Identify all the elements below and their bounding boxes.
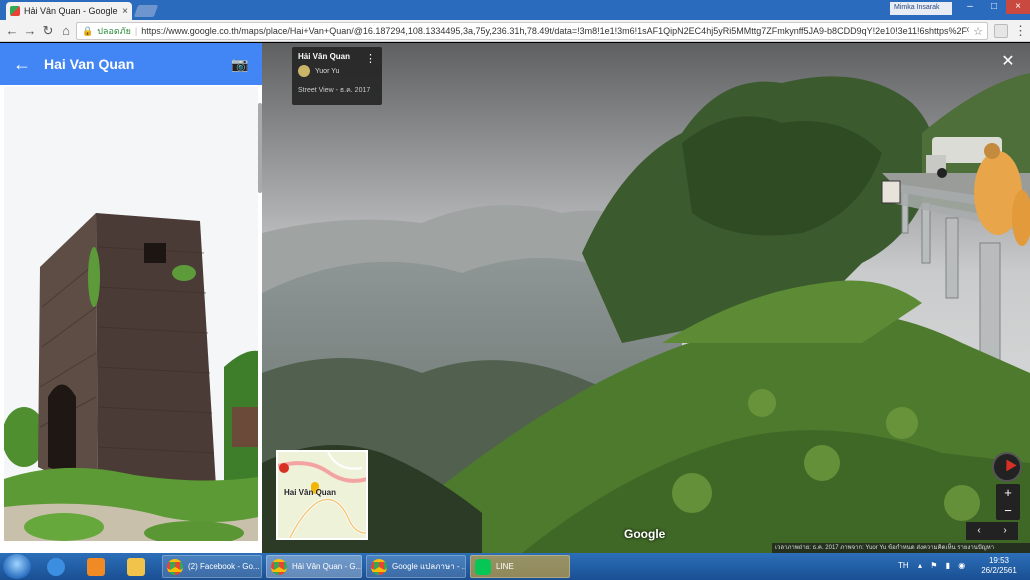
author-row[interactable]: Yuor Yu bbox=[298, 65, 376, 77]
address-bar[interactable]: 🔒 ปลอดภัย | https://www.google.co.th/map… bbox=[76, 22, 988, 40]
zoom-out-button[interactable]: − bbox=[996, 502, 1020, 520]
next-photo-button[interactable]: › bbox=[992, 522, 1018, 540]
chrome-icon bbox=[371, 558, 387, 575]
taskbar-item-line[interactable]: LINE bbox=[470, 555, 570, 578]
author-name: Yuor Yu bbox=[315, 67, 340, 75]
url-text[interactable]: https://www.google.co.th/maps/place/Hai+… bbox=[141, 26, 969, 36]
clock[interactable]: 19:53 26/2/2561 bbox=[974, 556, 1024, 576]
address-separator: | bbox=[134, 26, 138, 36]
window-close-button[interactable]: × bbox=[1006, 0, 1030, 14]
place-photo-panel: ← Hai Van Quan 📷 bbox=[0, 43, 262, 553]
window-minimize-button[interactable]: – bbox=[958, 0, 982, 14]
compass-icon[interactable] bbox=[992, 452, 1022, 482]
google-logo: Google bbox=[624, 527, 666, 541]
zoom-in-button[interactable]: + bbox=[996, 484, 1020, 502]
language-indicator[interactable]: TH bbox=[898, 561, 909, 570]
profile-user-label[interactable]: Mimka Insarak bbox=[890, 2, 952, 15]
extension-icon[interactable] bbox=[994, 24, 1008, 38]
browser-tabstrip: Hải Vân Quan - Google × Mimka Insarak – … bbox=[0, 0, 1030, 20]
media-player-icon[interactable] bbox=[78, 555, 114, 578]
prev-photo-button[interactable]: ‹ bbox=[966, 522, 992, 540]
back-arrow-icon[interactable]: ← bbox=[4, 23, 20, 39]
close-icon[interactable]: ✕ bbox=[998, 52, 1018, 72]
street-view-info-card: Hải Vân Quan ⋮ Yuor Yu Street View - ธ.ค… bbox=[292, 47, 382, 105]
reload-icon[interactable]: ↻ bbox=[40, 23, 56, 39]
chrome-icon bbox=[271, 558, 287, 575]
minimap-label: Hai Vân Quan bbox=[284, 488, 337, 497]
taskbar-item-maps[interactable]: Hải Vân Quan - G... bbox=[266, 555, 362, 578]
google-maps-favicon-icon bbox=[10, 6, 20, 16]
chrome-icon bbox=[167, 558, 183, 575]
forward-arrow-icon[interactable]: → bbox=[22, 23, 38, 39]
map-footer: เวลาภาพถ่าย: ธ.ค. 2017 ภาพจาก: Yuor Yu ข… bbox=[772, 543, 1030, 553]
tab-close-icon[interactable]: × bbox=[122, 6, 128, 17]
camera-icon[interactable]: 📷 bbox=[218, 56, 262, 73]
new-tab-button[interactable] bbox=[133, 5, 159, 17]
panel-back-icon[interactable]: ← bbox=[0, 54, 44, 75]
tower-photo[interactable] bbox=[4, 87, 258, 541]
panel-header: ← Hai Van Quan 📷 bbox=[0, 43, 262, 85]
taskbar-item-translate[interactable]: Google แปลภาษา - ... bbox=[366, 555, 466, 578]
system-tray-icons[interactable]: ▴ ⚑ ▮ ◉ bbox=[918, 561, 968, 570]
tab-title: Hải Vân Quan - Google bbox=[24, 6, 118, 16]
minimap[interactable]: Hai Vân Quan bbox=[276, 450, 368, 540]
internet-explorer-icon[interactable] bbox=[38, 555, 74, 578]
clock-time: 19:53 bbox=[988, 556, 1010, 565]
window-maximize-button[interactable]: □ bbox=[982, 0, 1006, 14]
street-view-canvas[interactable] bbox=[262, 43, 1030, 553]
browser-toolbar: ← → ↻ ⌂ 🔒 ปลอดภัย | https://www.google.c… bbox=[0, 20, 1030, 42]
lock-icon: 🔒 bbox=[82, 25, 94, 36]
author-avatar bbox=[298, 65, 310, 77]
photo-nav: ‹ › bbox=[966, 522, 1018, 540]
secure-label: ปลอดภัย bbox=[97, 26, 131, 36]
taskbar-item-facebook[interactable]: (2) Facebook - Go... bbox=[162, 555, 262, 578]
start-button[interactable] bbox=[3, 554, 31, 579]
panel-title: Hai Van Quan bbox=[44, 56, 135, 72]
zoom-control: + − bbox=[996, 484, 1020, 520]
more-options-icon[interactable]: ⋮ bbox=[365, 52, 376, 65]
home-icon[interactable]: ⌂ bbox=[58, 23, 74, 39]
line-app-icon bbox=[475, 558, 491, 575]
file-explorer-icon[interactable] bbox=[118, 555, 154, 578]
chrome-menu-icon[interactable]: ⋮ bbox=[1014, 23, 1027, 39]
bookmark-star-icon[interactable]: ☆ bbox=[973, 25, 983, 38]
browser-tab-maps[interactable]: Hải Vân Quan - Google × bbox=[6, 2, 132, 20]
windows-taskbar: (2) Facebook - Go... Hải Vân Quan - G...… bbox=[0, 553, 1030, 580]
capture-date: Street View - ธ.ค. 2017 bbox=[298, 87, 371, 94]
clock-date: 26/2/2561 bbox=[981, 566, 1017, 575]
